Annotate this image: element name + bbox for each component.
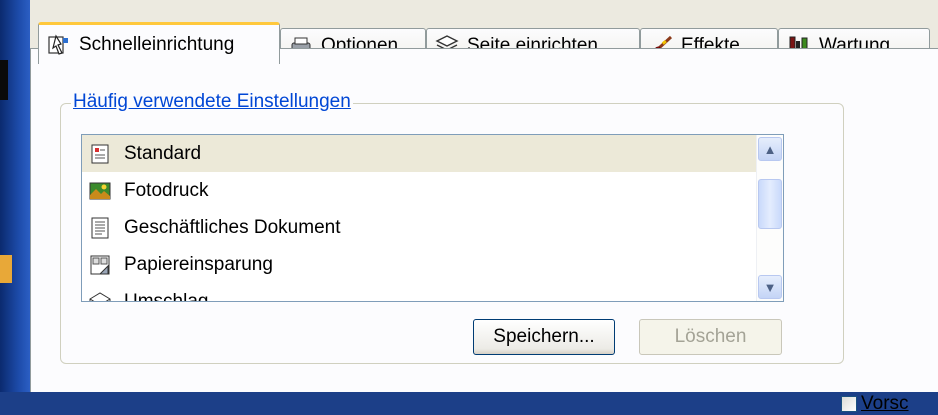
- list-scrollbar[interactable]: ▲ ▼: [756, 135, 783, 301]
- tab-schnelleinrichtung[interactable]: Schnelleinrichtung: [38, 22, 280, 64]
- preview-checkbox-box[interactable]: [841, 396, 857, 412]
- scroll-down-button[interactable]: ▼: [758, 275, 782, 299]
- save-button[interactable]: Speichern...: [473, 319, 615, 355]
- group-title-text: Häufig verwendete Einstellungen: [73, 91, 351, 112]
- list-item-standard[interactable]: Standard: [82, 135, 783, 172]
- delete-button[interactable]: Löschen: [639, 319, 782, 355]
- group-title: Häufig verwendete Einstellungen: [71, 91, 353, 113]
- scroll-up-button[interactable]: ▲: [758, 137, 782, 161]
- list-item-papiereinsparung[interactable]: Papiereinsparung: [82, 246, 783, 283]
- chevron-up-icon: ▲: [763, 141, 777, 157]
- save-button-label: Speichern...: [493, 326, 595, 347]
- list-item-label: Geschäftliches Dokument: [124, 216, 341, 238]
- edge-shadow: [0, 60, 8, 100]
- edge-highlight: [0, 255, 12, 283]
- dialog-panel: Schnelleinrichtung Optionen Seite einric…: [30, 0, 938, 414]
- list-item-umschlag[interactable]: Umschlag: [82, 283, 783, 302]
- photo-icon: [88, 180, 112, 202]
- chevron-down-icon: ▼: [763, 279, 777, 295]
- envelope-icon: [88, 291, 112, 301]
- tab-label: Schnelleinrichtung: [79, 33, 235, 55]
- scroll-thumb[interactable]: [758, 179, 782, 229]
- list-item-label: Papiereinsparung: [124, 253, 273, 275]
- background-window-edge: [0, 0, 30, 392]
- quick-setup-icon: [47, 33, 71, 56]
- settings-listbox[interactable]: Standard Fotodruck Geschäftliches Dokume…: [81, 134, 784, 302]
- settings-group: Häufig verwendete Einstellungen Standard: [60, 91, 844, 364]
- list-item-fotodruck[interactable]: Fotodruck: [82, 172, 783, 209]
- standard-doc-icon: [88, 143, 112, 165]
- document-icon: [88, 217, 112, 239]
- paper-saving-icon: [88, 254, 112, 276]
- list-item-geschaeftliches-dokument[interactable]: Geschäftliches Dokument: [82, 209, 783, 246]
- list-item-label: Standard: [124, 142, 202, 164]
- list-item-label: Fotodruck: [124, 179, 209, 201]
- delete-button-label: Löschen: [674, 326, 747, 347]
- list-item-label: Umschlag: [124, 290, 209, 302]
- preview-checkbox[interactable]: Vorsc: [841, 393, 909, 415]
- preview-checkbox-label: Vorsc: [861, 393, 909, 414]
- tab-page: Häufig verwendete Einstellungen Standard: [30, 48, 938, 414]
